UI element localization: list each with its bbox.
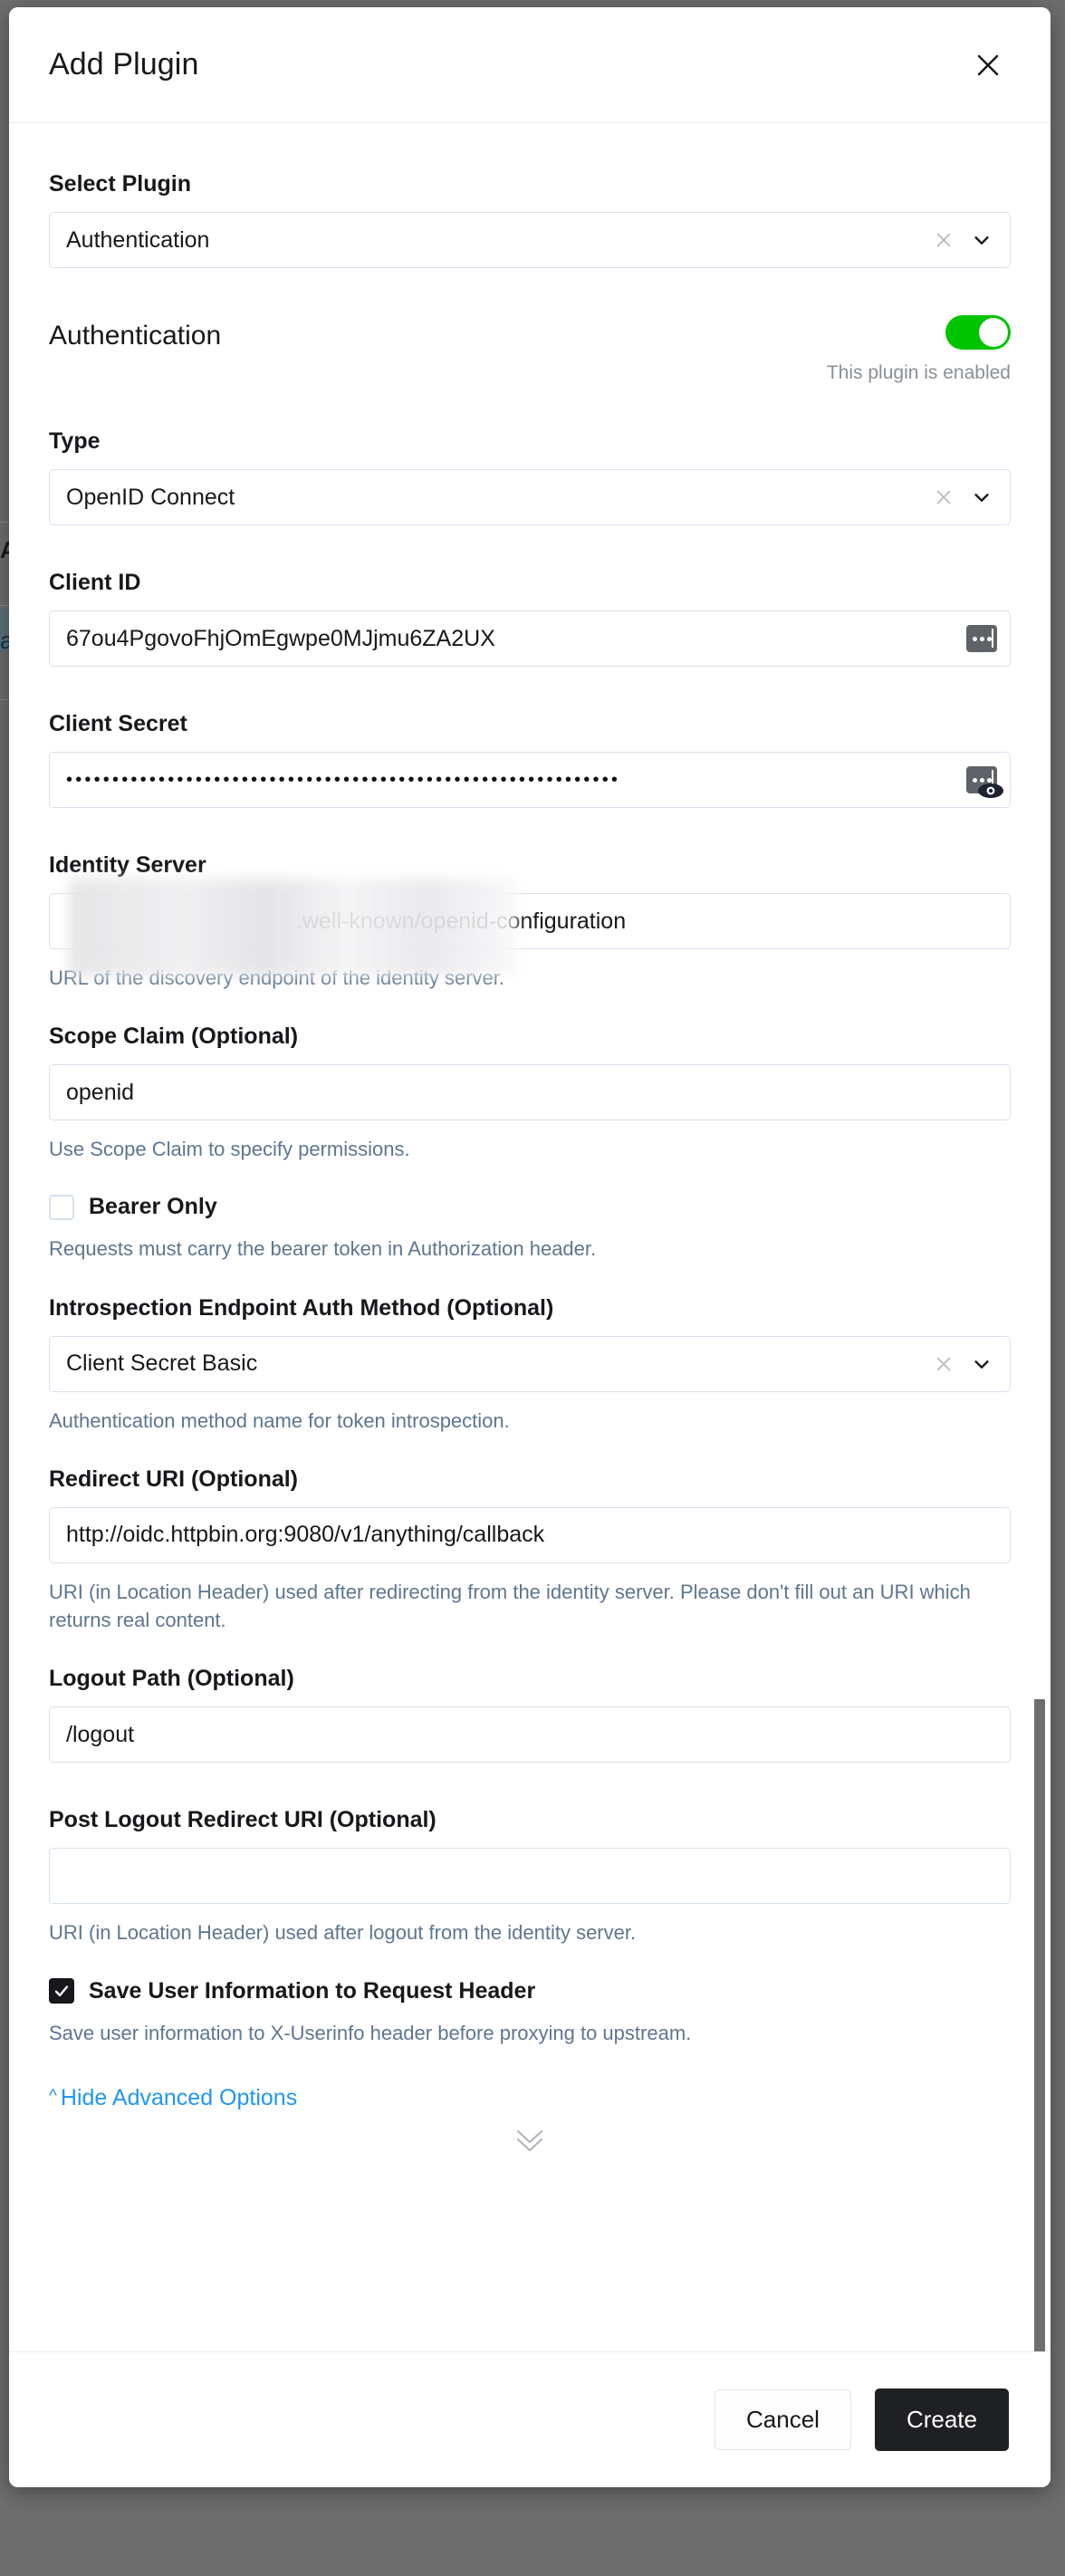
redirect-uri-input[interactable]: http://oidc.httpbin.org:9080/v1/anything… xyxy=(49,1506,1011,1563)
save-user-info-row[interactable]: Save User Information to Request Header xyxy=(49,1978,1011,2004)
field-scope-claim: Scope Claim (Optional) openid Use Scope … xyxy=(49,1023,1011,1163)
post-logout-redirect-uri-hint: URI (in Location Header) used after logo… xyxy=(49,1921,637,1945)
post-logout-redirect-uri-input[interactable] xyxy=(49,1848,1011,1905)
close-icon[interactable] xyxy=(967,44,1009,86)
plugin-enabled-note: This plugin is enabled xyxy=(826,362,1011,383)
save-user-info-checkbox[interactable] xyxy=(49,1978,74,2004)
client-id-label: Client ID xyxy=(49,570,141,595)
client-id-value: 67ou4PgovoFhjOmEgwpe0MJjmu6ZA2UX xyxy=(66,627,495,650)
plugin-enabled-toggle[interactable] xyxy=(945,315,1011,350)
password-dots-icon[interactable] xyxy=(966,625,997,652)
chevron-down-icon[interactable] xyxy=(972,230,992,250)
field-introspection-auth-method: Introspection Endpoint Auth Method (Opti… xyxy=(49,1294,1011,1435)
clear-x-icon[interactable] xyxy=(934,230,954,250)
client-secret-label: Client Secret xyxy=(49,711,187,736)
body-scrollbar-track[interactable] xyxy=(1034,123,1045,2351)
chevron-down-icon[interactable] xyxy=(972,1354,992,1374)
cancel-button[interactable]: Cancel xyxy=(715,2389,851,2450)
identity-server-input[interactable]: .well-known/openid-configuration xyxy=(49,893,1011,949)
scope-claim-label: Scope Claim (Optional) xyxy=(49,1024,299,1050)
dialog-footer: Cancel Create xyxy=(9,2351,1051,2487)
dialog-body: Select Plugin Authentication Authenticat… xyxy=(9,123,1051,2351)
add-plugin-dialog: Add Plugin Select Plugin Authentication xyxy=(9,7,1051,2487)
logout-path-value: /logout xyxy=(66,1723,135,1746)
save-user-info-label: Save User Information to Request Header xyxy=(89,1977,536,2004)
select-plugin-label: Select Plugin xyxy=(49,171,191,197)
type-select[interactable]: OpenID Connect xyxy=(49,469,1011,525)
field-logout-path: Logout Path (Optional) /logout xyxy=(49,1665,1011,1764)
introspection-auth-method-value: Client Secret Basic xyxy=(66,1352,258,1376)
select-plugin-value: Authentication xyxy=(66,228,210,252)
plugin-name: Authentication xyxy=(49,321,222,351)
client-id-input[interactable]: 67ou4PgovoFhjOmEgwpe0MJjmu6ZA2UX xyxy=(49,610,1011,667)
chevron-down-icon[interactable] xyxy=(972,487,992,507)
plugin-enable-row: Authentication This plugin is enabled xyxy=(49,315,1011,384)
client-secret-input[interactable]: ••••••••••••••••••••••••••••••••••••••••… xyxy=(49,752,1011,808)
save-user-info-hint: Save user information to X-Userinfo head… xyxy=(49,2021,692,2044)
field-redirect-uri: Redirect URI (Optional) http://oidc.http… xyxy=(49,1466,1011,1634)
field-client-id: Client ID 67ou4PgovoFhjOmEgwpe0MJjmu6ZA2… xyxy=(49,569,1011,667)
hide-advanced-options-link[interactable]: ^ Hide Advanced Options xyxy=(49,2085,297,2111)
scope-claim-value: openid xyxy=(66,1081,135,1104)
clear-x-icon[interactable] xyxy=(934,1354,954,1374)
field-select-plugin: Select Plugin Authentication xyxy=(49,170,1011,268)
select-plugin-select[interactable]: Authentication xyxy=(49,212,1011,268)
type-value: OpenID Connect xyxy=(66,485,235,509)
clear-x-icon[interactable] xyxy=(934,487,954,507)
post-logout-redirect-uri-label: Post Logout Redirect URI (Optional) xyxy=(49,1807,437,1833)
identity-server-value: .well-known/openid-configuration xyxy=(296,909,627,933)
page-title: Add Plugin xyxy=(49,47,199,82)
bearer-only-hint: Requests must carry the bearer token in … xyxy=(49,1237,597,1261)
dialog-header: Add Plugin xyxy=(9,7,1051,123)
reveal-password-eye-icon[interactable] xyxy=(966,766,1003,798)
scope-claim-hint: Use Scope Claim to specify permissions. xyxy=(49,1138,410,1161)
bearer-only-row[interactable]: Bearer Only xyxy=(49,1194,1011,1220)
introspection-auth-method-label: Introspection Endpoint Auth Method (Opti… xyxy=(49,1294,554,1321)
client-secret-value: ••••••••••••••••••••••••••••••••••••••••… xyxy=(66,771,621,789)
identity-server-label: Identity Server xyxy=(49,852,206,878)
field-bearer-only: Bearer Only Requests must carry the bear… xyxy=(49,1194,1011,1263)
scope-claim-input[interactable]: openid xyxy=(49,1064,1011,1121)
field-save-user-info: Save User Information to Request Header … xyxy=(49,1978,1011,2047)
chevron-up-icon: ^ xyxy=(49,2086,57,2106)
logout-path-input[interactable]: /logout xyxy=(49,1706,1011,1764)
redirect-uri-value: http://oidc.httpbin.org:9080/v1/anything… xyxy=(66,1523,545,1547)
create-button[interactable]: Create xyxy=(874,2389,1009,2451)
logout-path-label: Logout Path (Optional) xyxy=(49,1666,294,1692)
redirect-uri-label: Redirect URI (Optional) xyxy=(49,1466,299,1492)
bearer-only-label: Bearer Only xyxy=(89,1194,217,1220)
toggle-knob xyxy=(979,318,1008,347)
body-scrollbar-thumb[interactable] xyxy=(1034,1699,1045,2351)
field-identity-server: Identity Server .well-known/openid-confi… xyxy=(49,851,1011,992)
identity-server-hint: URL of the discovery endpoint of the ide… xyxy=(49,966,505,989)
hide-advanced-options-label: Hide Advanced Options xyxy=(60,2084,298,2110)
double-chevron-down-icon[interactable] xyxy=(49,2124,1011,2155)
redirect-uri-hint: URI (in Location Header) used after redi… xyxy=(49,1580,971,1632)
bearer-only-checkbox[interactable] xyxy=(49,1194,74,1220)
field-post-logout-redirect-uri: Post Logout Redirect URI (Optional) URI … xyxy=(49,1806,1011,1946)
type-label: Type xyxy=(49,428,101,454)
introspection-auth-method-select[interactable]: Client Secret Basic xyxy=(49,1335,1011,1392)
introspection-auth-method-hint: Authentication method name for token int… xyxy=(49,1408,510,1432)
field-client-secret: Client Secret ••••••••••••••••••••••••••… xyxy=(49,710,1011,808)
field-type: Type OpenID Connect xyxy=(49,428,1011,525)
